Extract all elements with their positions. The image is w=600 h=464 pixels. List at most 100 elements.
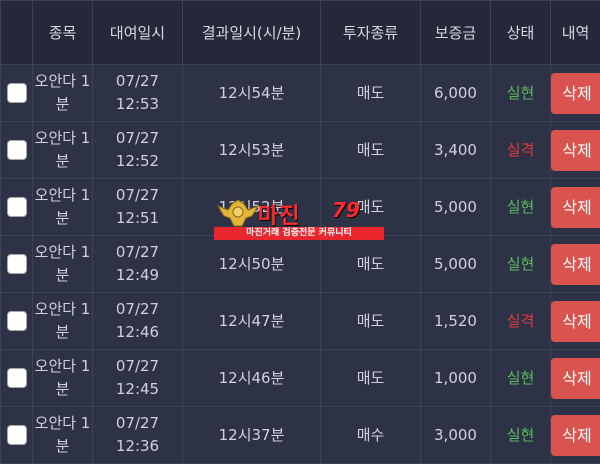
date-cell: 07/27 12:46	[93, 293, 183, 350]
row-checkbox[interactable]	[7, 83, 27, 103]
time-value: 12:46	[116, 323, 159, 341]
deposit-cell: 6,000	[421, 65, 491, 122]
detail-cell: 삭제	[551, 407, 600, 464]
date-cell: 07/27 12:45	[93, 350, 183, 407]
row-check-cell	[1, 236, 33, 293]
date-value: 07/27	[116, 357, 159, 375]
table-row: 오안다 1분 07/27 12:49 12시50분매도5,000실현삭제	[1, 236, 600, 293]
detail-cell: 삭제	[551, 350, 600, 407]
type-cell: 매도	[321, 236, 421, 293]
delete-button[interactable]: 삭제	[551, 358, 600, 399]
delete-button[interactable]: 삭제	[551, 415, 600, 456]
table-row: 오안다 1분 07/27 12:51 12시52분매도5,000실현삭제	[1, 179, 600, 236]
header-type: 투자종류	[321, 1, 421, 65]
date-value: 07/27	[116, 300, 159, 318]
status-cell: 실현	[491, 236, 551, 293]
type-cell: 매수	[321, 407, 421, 464]
result-time-cell: 12시50분	[183, 236, 321, 293]
date-value: 07/27	[116, 243, 159, 261]
item-cell: 오안다 1분	[33, 236, 93, 293]
result-time-cell: 12시53분	[183, 122, 321, 179]
date-cell: 07/27 12:51	[93, 179, 183, 236]
delete-button[interactable]: 삭제	[551, 130, 600, 171]
deposit-cell: 5,000	[421, 179, 491, 236]
time-value: 12:51	[116, 209, 159, 227]
detail-cell: 삭제	[551, 293, 600, 350]
header-check	[1, 1, 33, 65]
date-cell: 07/27 12:52	[93, 122, 183, 179]
detail-cell: 삭제	[551, 236, 600, 293]
date-cell: 07/27 12:36	[93, 407, 183, 464]
table-header-row: 종목 대여일시 결과일시(시/분) 투자종류 보증금 상태 내역	[1, 1, 600, 65]
result-time-cell: 12시46분	[183, 350, 321, 407]
status-cell: 실현	[491, 65, 551, 122]
type-cell: 매도	[321, 350, 421, 407]
row-check-cell	[1, 179, 33, 236]
delete-button[interactable]: 삭제	[551, 73, 600, 114]
row-checkbox[interactable]	[7, 140, 27, 160]
result-time-cell: 12시54분	[183, 65, 321, 122]
trade-history-table: 종목 대여일시 결과일시(시/분) 투자종류 보증금 상태 내역 오안다 1분0…	[0, 0, 600, 464]
header-status: 상태	[491, 1, 551, 65]
date-cell: 07/27 12:53	[93, 65, 183, 122]
header-date: 대여일시	[93, 1, 183, 65]
time-value: 12:53	[116, 95, 159, 113]
row-check-cell	[1, 407, 33, 464]
detail-cell: 삭제	[551, 122, 600, 179]
item-cell: 오안다 1분	[33, 65, 93, 122]
table-row: 오안다 1분07/2712:5212시53분매도3,400실격삭제	[1, 122, 600, 179]
deposit-cell: 5,000	[421, 236, 491, 293]
table-row: 오안다 1분 07/27 12:53 12시54분매도6,000실현삭제	[1, 65, 600, 122]
date-cell: 07/27 12:49	[93, 236, 183, 293]
header-result-time: 결과일시(시/분)	[183, 1, 321, 65]
row-check-cell	[1, 65, 33, 122]
detail-cell: 삭제	[551, 65, 600, 122]
type-cell: 매도	[321, 179, 421, 236]
table-row: 오안다 1분 07/27 12:36 12시37분매수3,000실현삭제	[1, 407, 600, 464]
row-check-cell	[1, 350, 33, 407]
row-checkbox[interactable]	[7, 311, 27, 331]
row-check-cell	[1, 293, 33, 350]
status-cell: 실현	[491, 407, 551, 464]
delete-button[interactable]: 삭제	[551, 301, 600, 342]
deposit-cell: 1,000	[421, 350, 491, 407]
date-value: 07/27	[116, 414, 159, 432]
time-value: 12:45	[116, 380, 159, 398]
item-cell: 오안다 1분	[33, 350, 93, 407]
type-cell: 매도	[321, 293, 421, 350]
date-value: 07/27	[116, 72, 159, 90]
item-cell: 오안다 1분	[33, 293, 93, 350]
delete-button[interactable]: 삭제	[551, 244, 600, 285]
status-cell: 실현	[491, 179, 551, 236]
header-item: 종목	[33, 1, 93, 65]
date-value: 07/27	[116, 186, 159, 204]
time-value: 12:49	[116, 266, 159, 284]
result-time-cell: 12시37분	[183, 407, 321, 464]
row-checkbox[interactable]	[7, 197, 27, 217]
item-cell: 오안다 1분	[33, 407, 93, 464]
item-cell: 오안다 1분	[33, 179, 93, 236]
row-checkbox[interactable]	[7, 254, 27, 274]
item-cell: 오안다 1분	[33, 122, 93, 179]
delete-button[interactable]: 삭제	[551, 187, 600, 228]
row-checkbox[interactable]	[7, 368, 27, 388]
table-row: 오안다 1분 07/27 12:45 12시46분매도1,000실현삭제	[1, 350, 600, 407]
status-cell: 실현	[491, 350, 551, 407]
status-cell: 실격	[491, 293, 551, 350]
date-value: 07/27	[116, 129, 159, 147]
result-time-cell: 12시47분	[183, 293, 321, 350]
detail-cell: 삭제	[551, 179, 600, 236]
type-cell: 매도	[321, 65, 421, 122]
type-cell: 매도	[321, 122, 421, 179]
time-value: 12:36	[116, 437, 159, 455]
deposit-cell: 3,000	[421, 407, 491, 464]
header-deposit: 보증금	[421, 1, 491, 65]
header-detail: 내역	[551, 1, 600, 65]
table-row: 오안다 1분 07/27 12:46 12시47분매도1,520실격삭제	[1, 293, 600, 350]
time-value: 12:52	[116, 152, 159, 170]
deposit-cell: 1,520	[421, 293, 491, 350]
row-checkbox[interactable]	[7, 425, 27, 445]
row-check-cell	[1, 122, 33, 179]
result-time-cell: 12시52분	[183, 179, 321, 236]
deposit-cell: 3,400	[421, 122, 491, 179]
